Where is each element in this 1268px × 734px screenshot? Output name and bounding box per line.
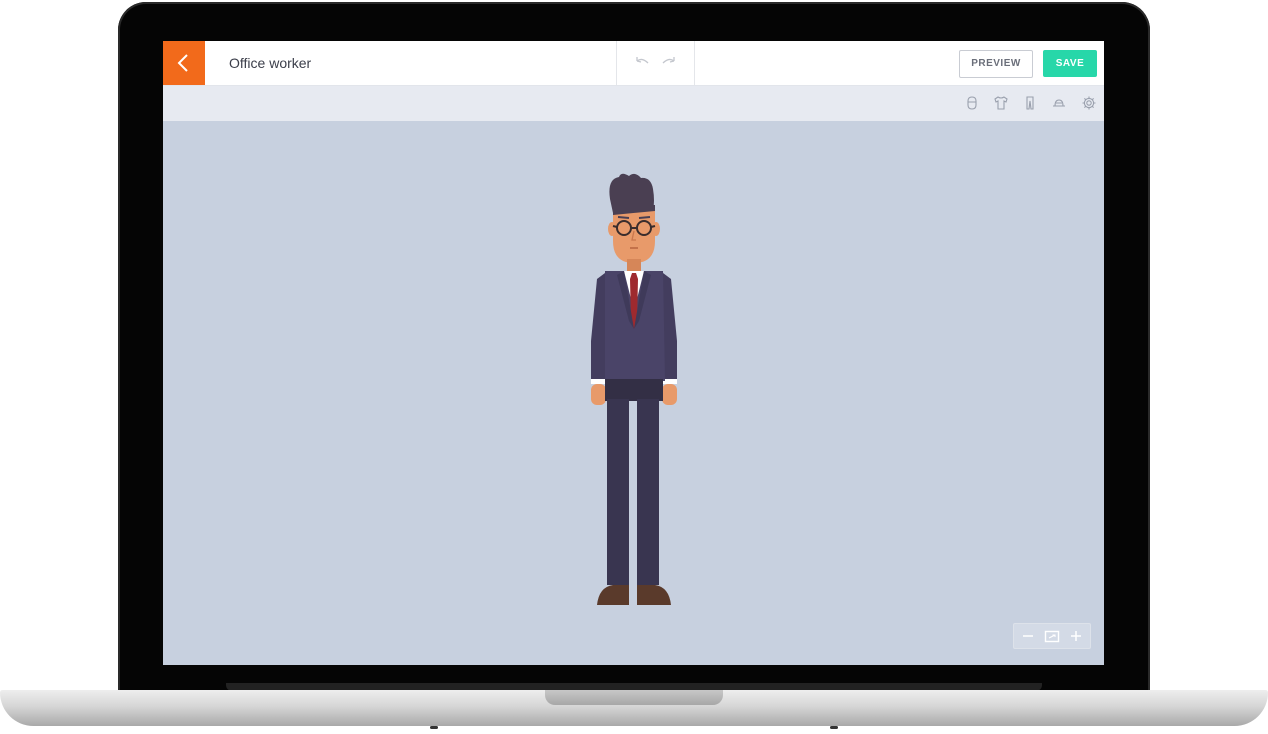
gear-icon	[1082, 96, 1096, 110]
history-controls	[616, 41, 695, 85]
chevron-left-icon	[177, 54, 188, 72]
pants-tool-button[interactable]	[1022, 95, 1038, 111]
zoom-controls	[1013, 623, 1091, 649]
redo-button[interactable]	[660, 54, 678, 72]
customization-toolbar	[163, 86, 1104, 121]
character-canvas[interactable]	[163, 121, 1104, 665]
plus-icon	[1071, 631, 1081, 641]
back-button[interactable]	[163, 41, 205, 85]
minus-icon	[1023, 635, 1033, 637]
top-bar: Office worker PREVIEW SAVE	[163, 41, 1104, 86]
shirt-tool-button[interactable]	[993, 95, 1009, 111]
redo-icon	[662, 57, 675, 64]
save-button[interactable]: SAVE	[1043, 50, 1097, 77]
zoom-out-button[interactable]	[1016, 624, 1040, 648]
laptop-notch	[545, 690, 723, 705]
hat-icon	[1053, 99, 1065, 107]
undo-button[interactable]	[633, 54, 651, 72]
fit-screen-icon	[1044, 630, 1060, 643]
head-tool-button[interactable]	[964, 95, 980, 111]
undo-icon	[636, 57, 649, 64]
fit-screen-button[interactable]	[1040, 624, 1064, 648]
settings-tool-button[interactable]	[1081, 95, 1097, 111]
laptop-foot	[830, 726, 838, 729]
zoom-in-button[interactable]	[1064, 624, 1088, 648]
laptop-foot	[430, 726, 438, 729]
pants-icon	[1026, 96, 1034, 110]
document-title[interactable]: Office worker	[229, 55, 311, 71]
head-icon	[967, 96, 977, 110]
preview-button[interactable]: PREVIEW	[959, 50, 1033, 78]
character-illustration[interactable]	[583, 171, 685, 611]
app-screen: Office worker PREVIEW SAVE	[163, 41, 1104, 665]
hat-tool-button[interactable]	[1051, 95, 1067, 111]
shirt-icon	[994, 96, 1008, 110]
